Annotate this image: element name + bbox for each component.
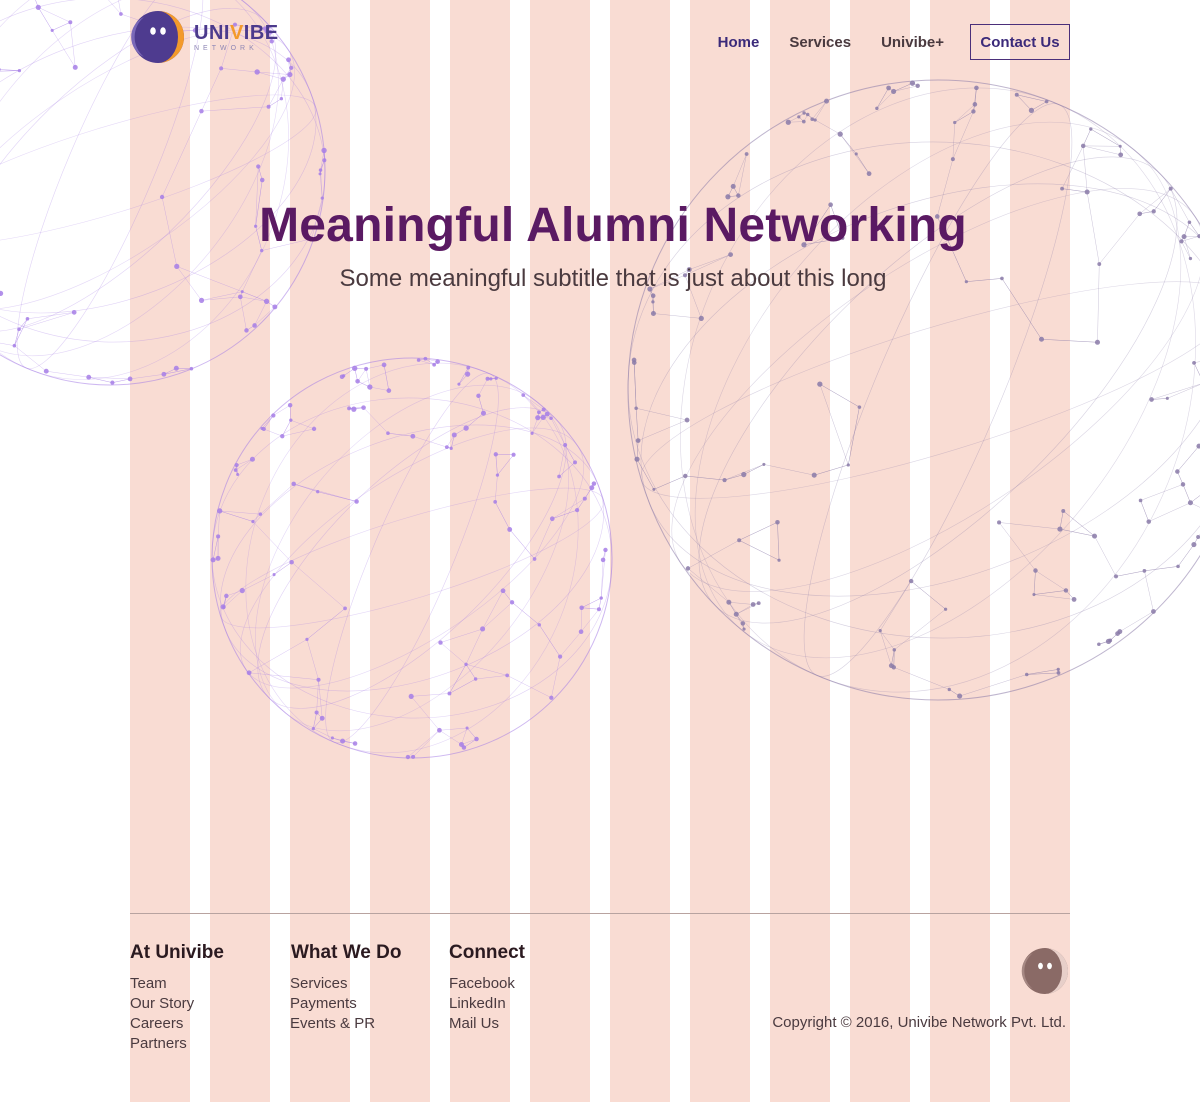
footer-link-linkedin[interactable]: LinkedIn	[449, 994, 525, 1014]
footer-link-team[interactable]: Team	[130, 974, 224, 994]
hero-subtitle: Some meaningful subtitle that is just ab…	[339, 265, 887, 292]
footer-link-our-story[interactable]: Our Story	[130, 994, 224, 1014]
footer-link-facebook[interactable]: Facebook	[449, 974, 525, 994]
brand-wordmark: UNIVIBE	[194, 21, 279, 44]
contact-us-button[interactable]: Contact Us	[970, 24, 1070, 60]
footer-link-partners[interactable]: Partners	[130, 1034, 224, 1054]
footer-column-connect: Connect Facebook LinkedIn Mail Us	[449, 942, 525, 1034]
smiley-face-logo-icon	[131, 11, 184, 63]
brand-tagline: NETWORK	[194, 44, 258, 52]
brand-logo[interactable]: UNIVIBE NETWORK	[130, 8, 280, 66]
footer-link-mail-us[interactable]: Mail Us	[449, 1014, 525, 1034]
footer-link-payments[interactable]: Payments	[290, 994, 401, 1014]
footer-logo[interactable]	[1021, 947, 1069, 995]
footer-heading: What We Do	[291, 942, 402, 963]
smiley-face-logo-icon	[1021, 948, 1068, 994]
footer-column-at-univibe: At Univibe Team Our Story Careers Partne…	[130, 942, 224, 1054]
network-spheres-graphic	[0, 0, 1200, 760]
footer-link-events-pr[interactable]: Events & PR	[290, 1014, 401, 1034]
main-nav: Home Services Univibe+ Contact Us	[688, 24, 1070, 60]
network-sphere	[627, 79, 1200, 701]
nav-univibe-plus[interactable]: Univibe+	[881, 34, 944, 51]
copyright-text: Copyright © 2016, Univibe Network Pvt. L…	[772, 1014, 1066, 1031]
nav-home[interactable]: Home	[718, 34, 760, 51]
footer-heading: Connect	[449, 942, 525, 963]
footer-heading: At Univibe	[130, 942, 224, 963]
footer-column-what-we-do: What We Do Services Payments Events & PR	[290, 942, 401, 1034]
footer-link-careers[interactable]: Careers	[130, 1014, 224, 1034]
nav-services[interactable]: Services	[789, 34, 851, 51]
footer-link-services[interactable]: Services	[290, 974, 401, 994]
footer-divider	[130, 913, 1070, 914]
network-sphere	[210, 356, 613, 760]
hero-title: Meaningful Alumni Networking	[259, 199, 967, 252]
